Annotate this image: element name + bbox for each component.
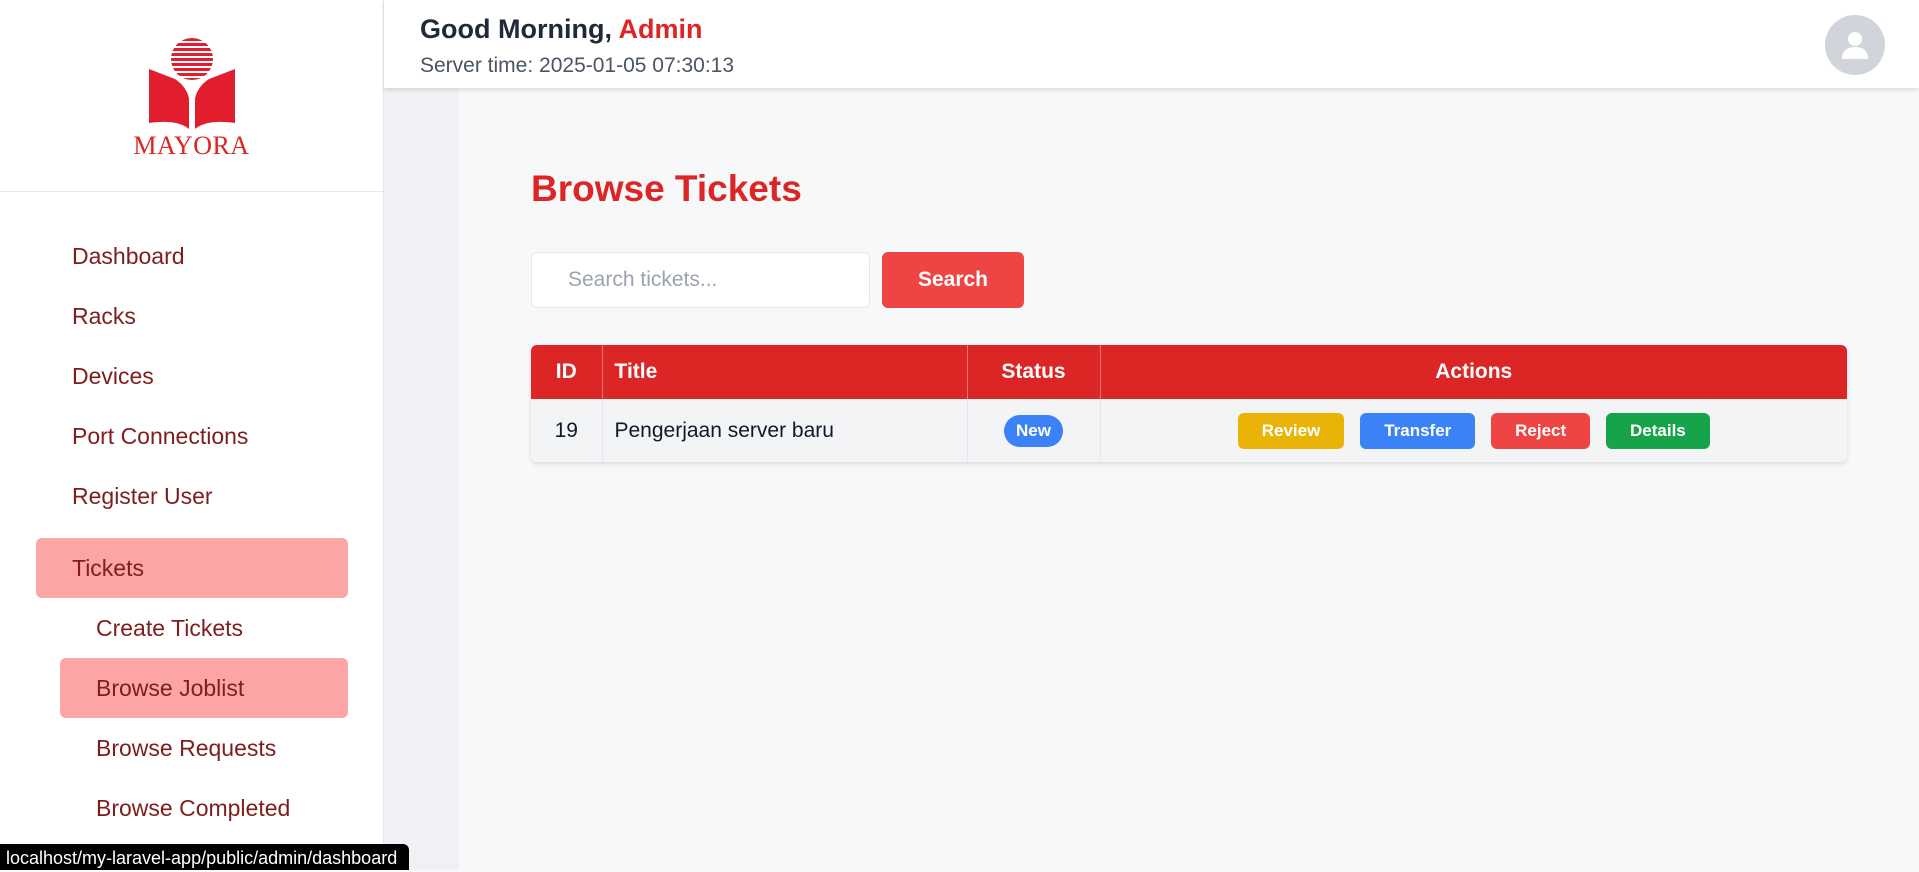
table-header-row: ID Title Status Actions [531,345,1847,399]
ticket-status-cell: New [967,399,1101,462]
sidebar-item-register-user[interactable]: Register User [36,466,348,526]
content-gutter [384,88,459,870]
column-header-id: ID [531,345,603,399]
greeting-text: Good Morning, [420,14,612,44]
greeting: Good Morning, Admin [420,14,702,45]
sidebar-item-devices[interactable]: Devices [36,346,348,406]
sidebar-item-racks[interactable]: Racks [36,286,348,346]
sidebar-subitem-browse-joblist[interactable]: Browse Joblist [60,658,348,718]
status-badge: New [1004,414,1063,447]
top-header: Good Morning, Admin Server time: 2025-01… [384,0,1919,88]
sidebar: MAYORA Dashboard Racks Devices Port Conn… [0,0,384,870]
sidebar-subitem-create-tickets[interactable]: Create Tickets [60,598,348,658]
details-button[interactable]: Details [1606,412,1710,449]
logo[interactable]: MAYORA [0,0,383,192]
column-header-actions: Actions [1435,360,1513,383]
main-content: Browse Tickets Search ID Title Status Ac… [459,88,1919,870]
search-button[interactable]: Search [882,252,1024,308]
server-time: Server time: 2025-01-05 07:30:13 [420,54,735,77]
ticket-actions: Review Transfer Reject Details [1100,399,1847,462]
user-icon [1842,32,1868,59]
reject-button[interactable]: Reject [1491,412,1591,449]
sidebar-item-dashboard[interactable]: Dashboard [36,226,348,286]
ticket-id: 19 [531,399,603,462]
avatar[interactable] [1825,15,1885,75]
brand-name: MAYORA [133,130,250,160]
sidebar-item-port-connections[interactable]: Port Connections [36,406,348,466]
sidebar-subitem-browse-completed[interactable]: Browse Completed [60,778,348,838]
tickets-table: ID Title Status Actions 19 Pengerjaan se… [531,345,1847,462]
sidebar-nav: Dashboard Racks Devices Port Connections… [0,192,383,838]
page-title: Browse Tickets [531,168,802,209]
mayora-logo-icon [148,37,235,129]
greeting-user-name: Admin [618,14,703,44]
search-input[interactable] [531,252,870,308]
table-row: 19 Pengerjaan server baru New Review Tra… [531,399,1847,462]
sidebar-item-tickets[interactable]: Tickets [36,538,348,598]
ticket-title: Pengerjaan server baru [602,399,968,462]
status-bar-url: localhost/my-laravel-app/public/admin/da… [0,844,410,870]
column-header-title: Title [602,345,968,399]
review-button[interactable]: Review [1237,412,1345,449]
column-header-status: Status [967,345,1101,399]
sidebar-subitem-browse-requests[interactable]: Browse Requests [60,718,348,778]
transfer-button[interactable]: Transfer [1360,412,1476,449]
